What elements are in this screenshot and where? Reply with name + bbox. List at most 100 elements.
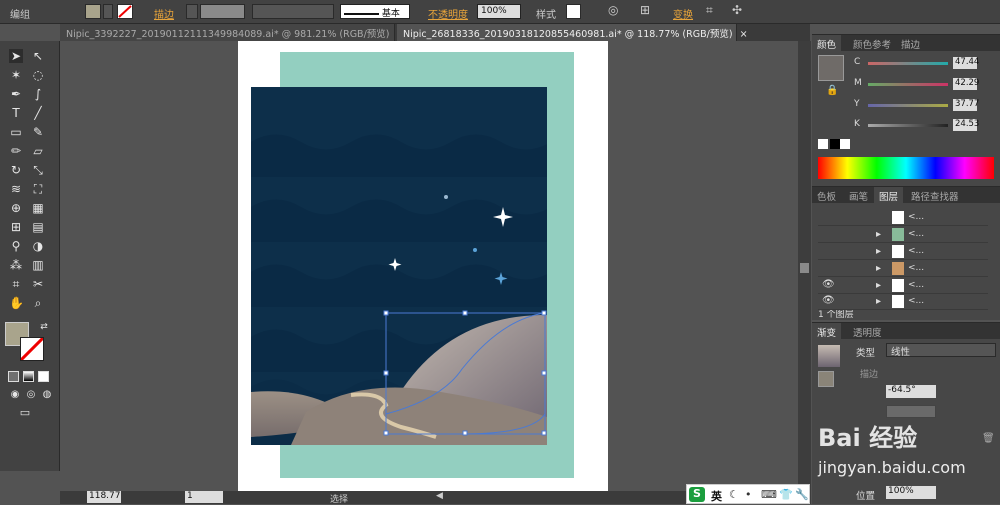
mesh-tool-icon[interactable]: ⊞ bbox=[9, 220, 23, 234]
tab-gradient[interactable]: 渐变 bbox=[812, 323, 842, 339]
swap-colors-icon[interactable]: ⇄ bbox=[37, 320, 51, 334]
visibility-eye-icon[interactable]: 👁 bbox=[822, 295, 835, 306]
tab-layers[interactable]: 图层 bbox=[874, 187, 904, 203]
tab-document-1[interactable]: Nipic_3392227_20190112111349984089.ai* @… bbox=[60, 24, 404, 41]
draw-normal-icon[interactable]: ◉ bbox=[8, 388, 22, 402]
stroke-label[interactable]: 描边 bbox=[154, 6, 174, 21]
style-swatch[interactable] bbox=[566, 4, 581, 19]
slice-tool-icon[interactable]: ✂ bbox=[31, 277, 45, 291]
layer-row[interactable]: <... bbox=[818, 210, 988, 226]
aspect-ratio-field[interactable] bbox=[886, 405, 936, 418]
current-color-swatch[interactable] bbox=[818, 55, 844, 81]
yellow-slider[interactable] bbox=[868, 104, 948, 107]
gradient-angle-field[interactable]: -64.5° bbox=[886, 385, 936, 398]
expand-icon[interactable]: ▸ bbox=[876, 280, 881, 291]
zoom-tool-icon[interactable]: ⌕ bbox=[31, 296, 45, 310]
rotate-tool-icon[interactable]: ↻ bbox=[9, 163, 23, 177]
recolor-icon[interactable]: ◎ bbox=[608, 3, 618, 17]
tab-pathfinder[interactable]: 路径查找器 bbox=[906, 187, 964, 203]
tab-color-guide[interactable]: 颜色参考 bbox=[848, 35, 896, 51]
blend-tool-icon[interactable]: ◑ bbox=[31, 239, 45, 253]
page-field[interactable]: 1 bbox=[185, 491, 223, 503]
scroll-thumb[interactable] bbox=[800, 263, 809, 273]
black-slider[interactable] bbox=[868, 124, 948, 127]
artboard-tool-icon[interactable]: ⌗ bbox=[9, 277, 23, 291]
expand-icon[interactable]: ▸ bbox=[876, 246, 881, 257]
visibility-eye-icon[interactable]: 👁 bbox=[822, 279, 835, 290]
align-icon[interactable]: ⊞ bbox=[640, 3, 650, 17]
tab-transparency[interactable]: 透明度 bbox=[848, 323, 887, 339]
layer-row[interactable]: ▸ <... bbox=[818, 227, 988, 243]
type-tool-icon[interactable]: T bbox=[9, 106, 23, 120]
stroke-weight-field[interactable] bbox=[200, 4, 245, 19]
draw-inside-icon[interactable]: ◍ bbox=[40, 388, 54, 402]
layer-row[interactable]: 👁 ▸ <... bbox=[818, 294, 988, 310]
tab-stroke[interactable]: 描边 bbox=[896, 35, 925, 51]
pen-tool-icon[interactable]: ✒ bbox=[9, 87, 23, 101]
paintbrush-tool-icon[interactable]: ✎ bbox=[31, 125, 45, 139]
white-swatch[interactable] bbox=[840, 139, 850, 149]
moon-icon[interactable]: ☾ bbox=[729, 488, 739, 501]
gradient-type-dropdown[interactable]: 线性 bbox=[886, 343, 996, 358]
fill-swatch[interactable] bbox=[85, 4, 101, 19]
expand-icon[interactable]: ▸ bbox=[876, 296, 881, 307]
channel-c-value[interactable]: 47.44 bbox=[953, 57, 979, 69]
gradient-fill-swatch[interactable] bbox=[818, 371, 834, 387]
opacity-field[interactable]: 100% bbox=[477, 4, 521, 19]
keyboard-icon[interactable]: ⌨ bbox=[761, 488, 777, 501]
canvas[interactable] bbox=[60, 41, 798, 491]
delete-stop-icon[interactable]: 🗑 bbox=[982, 433, 995, 444]
tab-document-2[interactable]: Nipic_26818336_20190318120855460981.ai* … bbox=[397, 24, 748, 41]
layer-row[interactable]: ▸ <... bbox=[818, 244, 988, 260]
width-tool-icon[interactable]: ≋ bbox=[9, 182, 23, 196]
cyan-slider[interactable] bbox=[868, 62, 948, 65]
expand-icon[interactable]: ▸ bbox=[876, 229, 881, 240]
zoom-field[interactable]: 118.77 bbox=[87, 491, 121, 503]
brush-definition-dropdown[interactable]: 基本 bbox=[340, 4, 410, 19]
vertical-scrollbar[interactable] bbox=[798, 41, 811, 504]
color-spectrum[interactable] bbox=[818, 157, 994, 179]
scroll-left-icon[interactable]: ◀ bbox=[436, 491, 443, 501]
ime-language-toggle[interactable]: 英 bbox=[711, 488, 722, 504]
channel-k-value[interactable]: 24.53 bbox=[953, 119, 979, 131]
stroke-stepper[interactable] bbox=[186, 4, 198, 19]
draw-behind-icon[interactable]: ◎ bbox=[24, 388, 38, 402]
eyedropper-tool-icon[interactable]: ⚲ bbox=[9, 239, 23, 253]
channel-m-value[interactable]: 42.29 bbox=[953, 78, 979, 90]
gradient-tool-icon[interactable]: ▤ bbox=[31, 220, 45, 234]
tools-icon[interactable]: 🔧 bbox=[795, 488, 809, 501]
isolate-icon[interactable]: ⌗ bbox=[706, 3, 713, 18]
skin-icon[interactable]: 👕 bbox=[779, 488, 793, 501]
magenta-slider[interactable] bbox=[868, 83, 948, 86]
layer-row[interactable]: 👁 ▸ <... bbox=[818, 278, 988, 294]
magic-wand-tool-icon[interactable]: ✶ bbox=[9, 68, 23, 82]
tab-color[interactable]: 颜色 bbox=[812, 35, 842, 51]
symbol-sprayer-tool-icon[interactable]: ⁂ bbox=[9, 258, 23, 272]
stroke-color-swatch[interactable] bbox=[19, 336, 45, 362]
direct-selection-tool-icon[interactable]: ↖ bbox=[31, 49, 45, 63]
layer-row[interactable]: ▸ <... bbox=[818, 261, 988, 277]
channel-y-value[interactable]: 37.77 bbox=[953, 99, 979, 111]
shape-builder-tool-icon[interactable]: ⊕ bbox=[9, 201, 23, 215]
color-mode-icon[interactable] bbox=[8, 371, 19, 382]
lasso-tool-icon[interactable]: ◌ bbox=[31, 68, 45, 82]
close-icon[interactable]: × bbox=[740, 29, 748, 40]
column-graph-tool-icon[interactable]: ▥ bbox=[31, 258, 45, 272]
hand-tool-icon[interactable]: ✋ bbox=[9, 296, 24, 310]
selection-tool-icon[interactable]: ➤ bbox=[9, 49, 23, 63]
fill-dropdown[interactable] bbox=[103, 4, 113, 19]
stroke-swatch[interactable] bbox=[117, 4, 133, 19]
eraser-tool-icon[interactable]: ▱ bbox=[31, 144, 45, 158]
black-swatch[interactable] bbox=[830, 139, 840, 149]
ime-toolbar[interactable]: S 英 ☾ • ⌨ 👕 🔧 bbox=[686, 484, 810, 504]
expand-icon[interactable]: ▸ bbox=[876, 263, 881, 274]
variable-width-dropdown[interactable] bbox=[252, 4, 334, 19]
gradient-mode-icon[interactable] bbox=[23, 371, 34, 382]
opacity-label[interactable]: 不透明度 bbox=[428, 6, 468, 21]
scale-tool-icon[interactable]: ⤡ bbox=[31, 163, 45, 177]
gradient-preview-swatch[interactable] bbox=[818, 345, 840, 367]
transform-label[interactable]: 变换 bbox=[673, 6, 693, 21]
rectangle-tool-icon[interactable]: ▭ bbox=[9, 125, 23, 139]
line-tool-icon[interactable]: ╱ bbox=[31, 106, 45, 120]
pencil-tool-icon[interactable]: ✏ bbox=[9, 144, 23, 158]
